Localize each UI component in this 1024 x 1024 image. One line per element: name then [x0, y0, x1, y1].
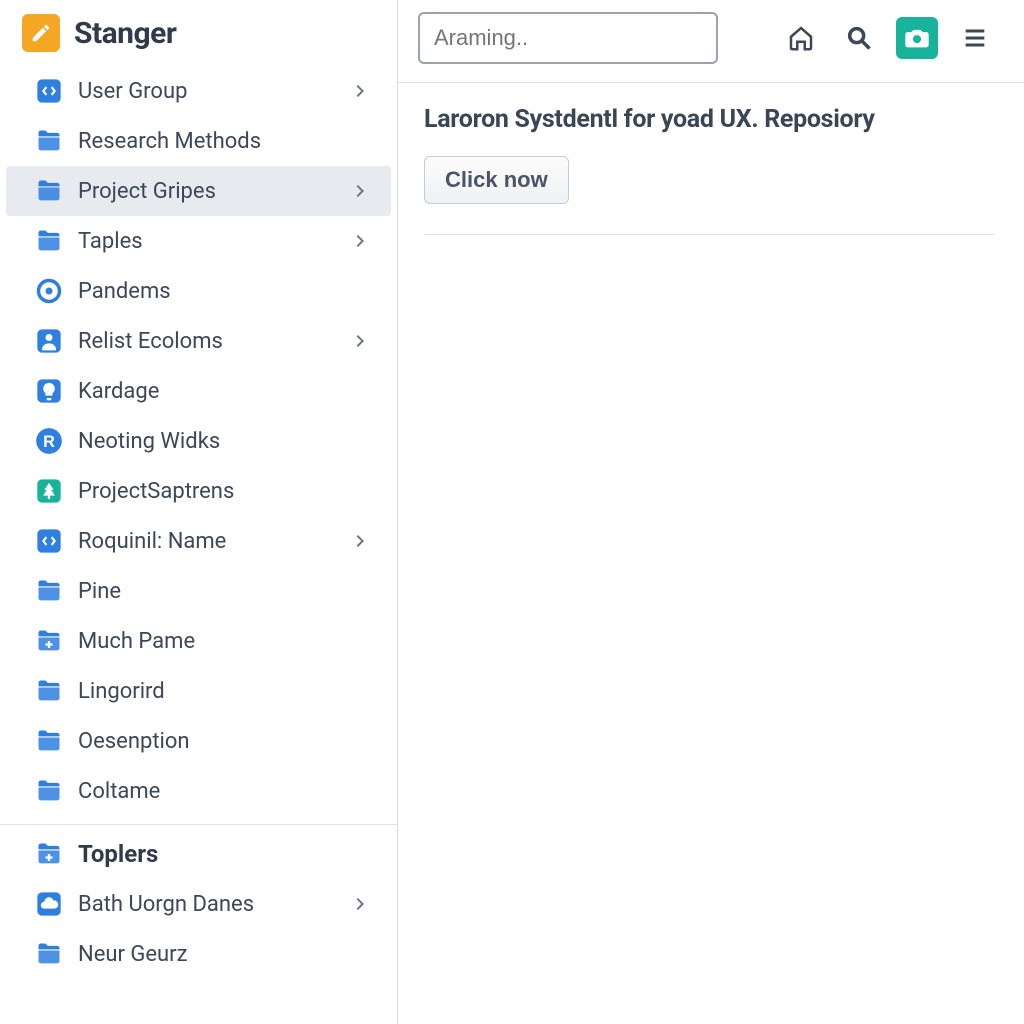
sidebar-item-coltame[interactable]: Coltame — [6, 766, 391, 816]
content-divider — [424, 234, 994, 235]
chevron-right-icon — [349, 179, 373, 203]
sidebar: Stanger User Group Research Methods Projec… — [0, 0, 398, 1024]
sidebar-item-project-gripes[interactable]: Project Gripes — [6, 166, 391, 216]
sidebar-item-label: Pine — [78, 579, 373, 604]
circle-dot-icon — [34, 276, 64, 306]
sidebar-item-label: Project Gripes — [78, 179, 335, 204]
page-title: Laroron Systdentl for yoad UX. Reposiory — [424, 105, 994, 156]
folder-icon — [34, 676, 64, 706]
code-square-icon — [34, 526, 64, 556]
sidebar-header: Stanger — [0, 0, 397, 62]
sidebar-item-lingorird[interactable]: Lingorird — [6, 666, 391, 716]
sidebar-item-research-methods[interactable]: Research Methods — [6, 116, 391, 166]
camera-icon — [903, 24, 931, 52]
app-title: Stanger — [74, 16, 176, 51]
main: Laroron Systdentl for yoad UX. Reposiory… — [398, 0, 1024, 1024]
sidebar-item-label: Coltame — [78, 779, 373, 804]
pencil-icon — [30, 22, 52, 44]
search-wrapper — [418, 12, 718, 64]
sidebar-item-label: Relist Ecoloms — [78, 329, 335, 354]
sidebar-item-neoting-widks[interactable]: Neoting Widks — [6, 416, 391, 466]
chevron-right-icon — [349, 529, 373, 553]
bulb-square-icon — [34, 376, 64, 406]
topbar — [398, 0, 1024, 82]
folder-icon — [34, 726, 64, 756]
sidebar-item-label: Toplers — [78, 840, 373, 868]
chevron-right-icon — [349, 229, 373, 253]
sidebar-item-pine[interactable]: Pine — [6, 566, 391, 616]
sidebar-item-label: Neoting Widks — [78, 429, 373, 454]
cloud-square-icon — [34, 889, 64, 919]
sidebar-item-label: Research Methods — [78, 129, 373, 154]
sidebar-item-label: Bath Uorgn Danes — [78, 892, 335, 917]
folder-icon — [34, 939, 64, 969]
menu-button[interactable] — [954, 17, 996, 59]
tree-square-icon — [34, 476, 64, 506]
folder-icon — [34, 126, 64, 156]
camera-button[interactable] — [896, 17, 938, 59]
home-button[interactable] — [780, 17, 822, 59]
sidebar-item-roquinil-name[interactable]: Roquinil: Name — [6, 516, 391, 566]
folder-plus-icon — [34, 839, 64, 869]
sidebar-nav: User Group Research Methods Project Gripes… — [0, 62, 397, 987]
chevron-right-icon — [349, 892, 373, 916]
sidebar-item-label: Kardage — [78, 379, 373, 404]
folder-plus-icon — [34, 626, 64, 656]
sidebar-item-label: Oesenption — [78, 729, 373, 754]
sidebar-item-label: ProjectSaptrens — [78, 479, 373, 504]
search-button[interactable] — [838, 17, 880, 59]
chevron-right-icon — [349, 79, 373, 103]
sidebar-item-pandems[interactable]: Pandems — [6, 266, 391, 316]
sidebar-item-much-pame[interactable]: Much Pame — [6, 616, 391, 666]
circle-r-icon — [34, 426, 64, 456]
sidebar-item-label: Roquinil: Name — [78, 529, 335, 554]
sidebar-item-relist-ecoloms[interactable]: Relist Ecoloms — [6, 316, 391, 366]
folder-icon — [34, 176, 64, 206]
sidebar-item-neur-geurz[interactable]: Neur Geurz — [6, 929, 391, 979]
sidebar-item-taples[interactable]: Taples — [6, 216, 391, 266]
sidebar-item-toplers[interactable]: Toplers — [6, 829, 391, 879]
sidebar-item-user-group[interactable]: User Group — [6, 66, 391, 116]
house-icon — [786, 23, 816, 53]
chevron-right-icon — [349, 329, 373, 353]
person-square-icon — [34, 326, 64, 356]
folder-icon — [34, 776, 64, 806]
menu-icon — [961, 24, 989, 52]
nav-group: User Group Research Methods Project Gripes… — [0, 62, 397, 824]
sidebar-item-projectsaptrens[interactable]: ProjectSaptrens — [6, 466, 391, 516]
sidebar-item-label: User Group — [78, 79, 335, 104]
sidebar-item-label: Pandems — [78, 279, 373, 304]
folder-icon — [34, 226, 64, 256]
search-icon — [845, 24, 873, 52]
code-square-icon — [34, 76, 64, 106]
app-logo[interactable] — [22, 14, 60, 52]
search-input[interactable] — [418, 12, 718, 64]
sidebar-item-label: Taples — [78, 229, 335, 254]
sidebar-item-bath-uorgn-danes[interactable]: Bath Uorgn Danes — [6, 879, 391, 929]
sidebar-item-label: Lingorird — [78, 679, 373, 704]
folder-icon — [34, 576, 64, 606]
sidebar-item-oesenption[interactable]: Oesenption — [6, 716, 391, 766]
sidebar-item-kardage[interactable]: Kardage — [6, 366, 391, 416]
sidebar-item-label: Neur Geurz — [78, 942, 373, 967]
nav-group: Toplers Bath Uorgn Danes Neur Geurz — [0, 824, 397, 987]
content: Laroron Systdentl for yoad UX. Reposiory… — [398, 82, 1024, 235]
primary-cta-button[interactable]: Click now — [424, 156, 569, 204]
sidebar-item-label: Much Pame — [78, 629, 373, 654]
